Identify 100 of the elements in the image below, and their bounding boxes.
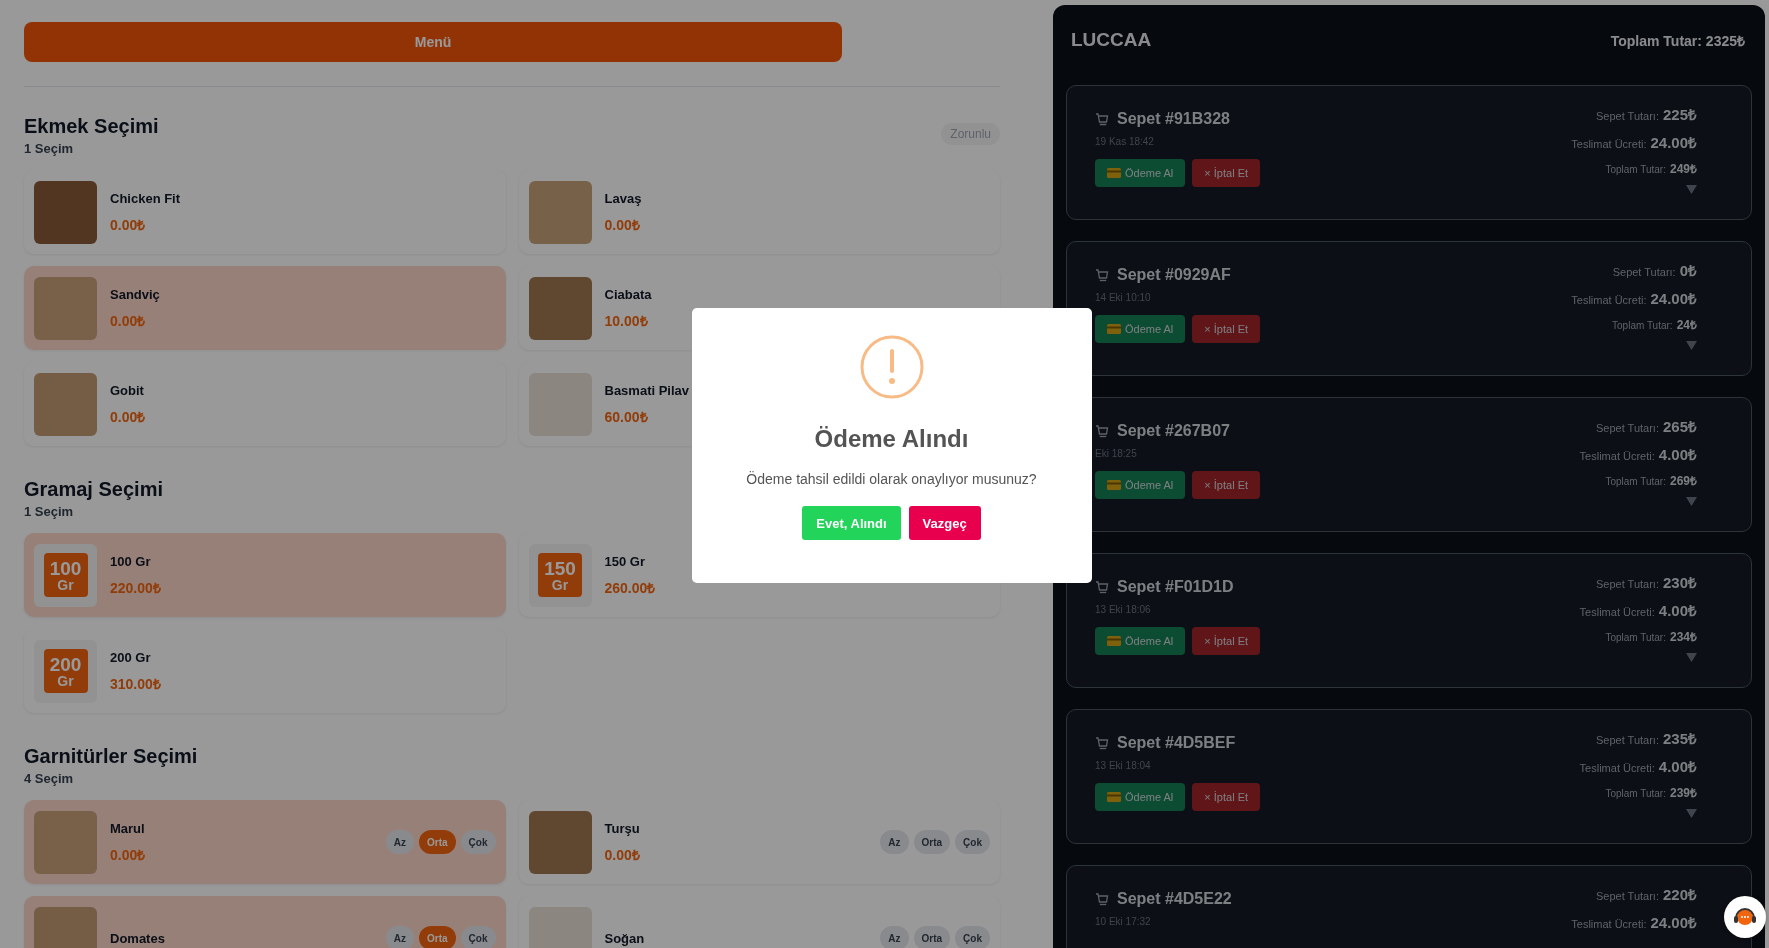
product-card[interactable]: Marul 0.00₺ Az Orta Çok bbox=[24, 800, 506, 884]
amount-value: 265₺ bbox=[1662, 417, 1697, 436]
product-price: 0.00₺ bbox=[110, 407, 147, 426]
amount-value: 4.00₺ bbox=[1658, 601, 1697, 620]
product-price: 260.00₺ bbox=[604, 578, 657, 597]
product-card[interactable]: 100 Gr 100 Gr 220.00₺ bbox=[24, 533, 506, 617]
amount-label: Toplam Tutar: bbox=[1605, 164, 1666, 175]
credit-card-icon bbox=[1107, 792, 1121, 802]
portion-option[interactable]: Az bbox=[385, 830, 415, 854]
portion-option[interactable]: Orta bbox=[419, 926, 456, 948]
caret-icon[interactable] bbox=[1686, 185, 1697, 194]
weight-badge: 100 Gr bbox=[43, 553, 88, 597]
basket-title: Sepet #F01D1D bbox=[1117, 578, 1234, 596]
amount-label: Toplam Tutar: bbox=[1605, 788, 1666, 799]
caret-icon[interactable] bbox=[1686, 809, 1697, 818]
amount-value: 24.00₺ bbox=[1650, 289, 1697, 308]
portion-option[interactable]: Orta bbox=[913, 830, 951, 854]
caret-icon[interactable] bbox=[1686, 653, 1697, 662]
product-card[interactable]: 200 Gr 200 Gr 310.00₺ bbox=[24, 629, 506, 713]
cart-icon bbox=[1095, 736, 1109, 750]
menu-button[interactable]: Menü bbox=[24, 22, 842, 62]
take-payment-button[interactable]: Ödeme Al bbox=[1095, 315, 1186, 343]
amount-value: 239₺ bbox=[1669, 785, 1697, 801]
photo-placeholder bbox=[34, 180, 97, 244]
cancel-button[interactable]: × İptal Et bbox=[1192, 627, 1261, 655]
product-card[interactable]: Soğan Az Orta Çok bbox=[518, 896, 1000, 948]
product-card[interactable]: Turşu 0.00₺ Az Orta Çok bbox=[518, 800, 1000, 884]
credit-card-icon bbox=[1107, 636, 1121, 646]
portion-option[interactable]: Orta bbox=[913, 926, 951, 948]
portion-option[interactable]: Az bbox=[880, 926, 909, 948]
amount-value: 220₺ bbox=[1662, 885, 1697, 904]
caret-icon[interactable] bbox=[1686, 341, 1697, 350]
amount-label: Toplam Tutar: bbox=[1605, 476, 1666, 487]
selection-count: 1 Seçim bbox=[24, 141, 75, 156]
product-name: 200 Gr bbox=[110, 649, 152, 665]
amount-value: 235₺ bbox=[1662, 729, 1697, 748]
portion-option[interactable]: Çok bbox=[460, 830, 496, 854]
product-name: Sandviç bbox=[110, 286, 161, 302]
amount-label: Sepet Tutarı: bbox=[1612, 266, 1676, 278]
product-card[interactable]: Chicken Fit 0.00₺ bbox=[24, 170, 506, 254]
cancel-button[interactable]: × İptal Et bbox=[1192, 783, 1261, 811]
basket-title: Sepet #4D5E22 bbox=[1117, 890, 1232, 908]
photo-placeholder bbox=[34, 372, 97, 436]
product-price: 0.00₺ bbox=[604, 845, 641, 864]
photo-placeholder bbox=[528, 180, 592, 244]
cancel-button[interactable]: Vazgeç bbox=[908, 506, 981, 540]
portion-option[interactable]: Çok bbox=[955, 926, 990, 948]
weight-badge: 150 Gr bbox=[538, 553, 582, 597]
portion-option[interactable]: Az bbox=[385, 926, 415, 948]
take-payment-button[interactable]: Ödeme Al bbox=[1095, 627, 1186, 655]
cancel-button[interactable]: × İptal Et bbox=[1192, 471, 1261, 499]
section-title: Gramaj Seçimi bbox=[24, 478, 163, 501]
product-card[interactable]: Sandviç 0.00₺ bbox=[24, 266, 506, 350]
amount-value: 230₺ bbox=[1662, 573, 1697, 592]
take-payment-button[interactable]: Ödeme Al bbox=[1095, 471, 1186, 499]
product-card[interactable]: Lavaş 0.00₺ bbox=[518, 170, 1000, 254]
take-payment-button[interactable]: Ödeme Al bbox=[1095, 159, 1186, 187]
photo-placeholder bbox=[34, 810, 97, 874]
product-card[interactable]: Domates Az Orta Çok bbox=[24, 896, 506, 948]
product-name: Turşu bbox=[604, 820, 641, 836]
credit-card-icon bbox=[1107, 324, 1121, 334]
amount-label: Sepet Tutarı: bbox=[1596, 734, 1659, 746]
amount-value: 234₺ bbox=[1669, 629, 1697, 645]
take-payment-button[interactable]: Ödeme Al bbox=[1095, 783, 1186, 811]
cart-icon bbox=[1095, 580, 1109, 594]
portion-option[interactable]: Çok bbox=[955, 830, 990, 854]
cancel-button[interactable]: × İptal Et bbox=[1192, 315, 1261, 343]
product-card[interactable]: Gobit 0.00₺ bbox=[24, 362, 506, 446]
portion-option[interactable]: Orta bbox=[419, 830, 456, 854]
selection-count: 4 Seçim bbox=[24, 771, 75, 786]
dialog-title: Ödeme Alındı bbox=[814, 425, 969, 453]
amount-value: 4.00₺ bbox=[1658, 445, 1697, 464]
section-title: Garnitürler Seçimi bbox=[24, 745, 198, 768]
credit-card-icon bbox=[1107, 168, 1121, 178]
product-price: 310.00₺ bbox=[110, 674, 162, 693]
product-price: 0.00₺ bbox=[110, 845, 147, 864]
amount-label: Teslimat Ücreti: bbox=[1571, 918, 1647, 930]
photo-placeholder bbox=[528, 810, 592, 874]
amount-label: Teslimat Ücreti: bbox=[1579, 762, 1655, 774]
cancel-button[interactable]: × İptal Et bbox=[1192, 159, 1261, 187]
amount-value: 24.00₺ bbox=[1650, 133, 1697, 152]
amount-value: 24.00₺ bbox=[1650, 913, 1697, 932]
amount-value: 225₺ bbox=[1662, 105, 1697, 124]
product-price: 60.00₺ bbox=[604, 407, 649, 426]
basket-title: Sepet #267B07 bbox=[1117, 422, 1230, 440]
product-price: 0.00₺ bbox=[110, 311, 147, 330]
amount-label: Sepet Tutarı: bbox=[1596, 422, 1659, 434]
caret-icon[interactable] bbox=[1686, 497, 1697, 506]
product-name: Gobit bbox=[110, 382, 145, 398]
weight-badge: 200 Gr bbox=[43, 649, 88, 693]
amount-value: 4.00₺ bbox=[1658, 757, 1697, 776]
amount-value: 24₺ bbox=[1676, 317, 1697, 333]
cart-icon bbox=[1095, 112, 1109, 126]
amount-label: Teslimat Ücreti: bbox=[1579, 606, 1655, 618]
portion-option[interactable]: Çok bbox=[460, 926, 496, 948]
product-price: 0.00₺ bbox=[110, 215, 147, 234]
photo-placeholder bbox=[34, 276, 97, 340]
amount-label: Toplam Tutar: bbox=[1612, 320, 1673, 331]
portion-option[interactable]: Az bbox=[880, 830, 909, 854]
selection-count: 1 Seçim bbox=[24, 504, 75, 519]
